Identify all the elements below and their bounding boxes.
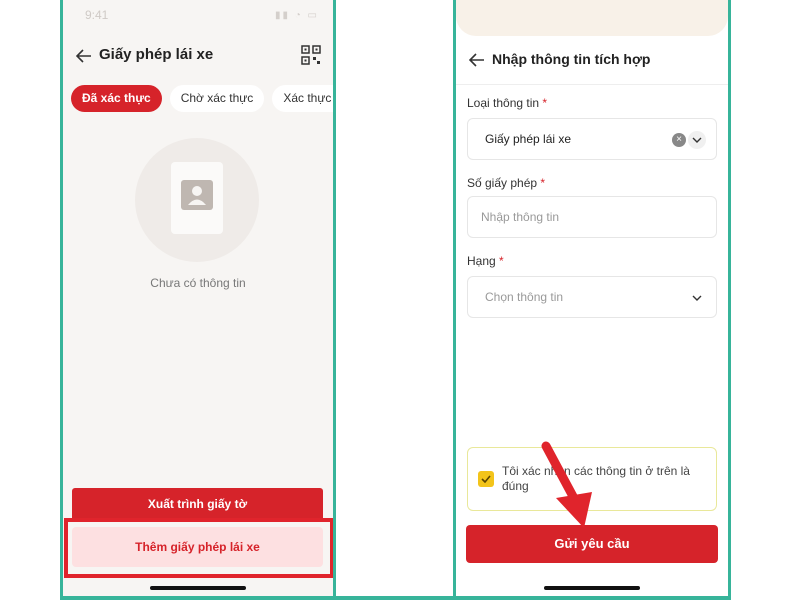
header-divider	[456, 84, 728, 85]
form-title: Nhập thông tin tích hợp	[492, 51, 651, 67]
user-document-icon	[181, 180, 213, 210]
info-type-label-text: Loại thông tin	[467, 96, 540, 110]
license-number-label-text: Số giấy phép	[467, 176, 538, 190]
license-class-label: Hạng *	[467, 254, 504, 268]
home-indicator	[150, 586, 246, 590]
required-mark: *	[542, 96, 548, 110]
check-icon	[481, 475, 491, 483]
status-tabs: Đã xác thực Chờ xác thực Xác thực khô	[71, 85, 333, 112]
tab-unverified[interactable]: Xác thực khô	[272, 85, 333, 112]
back-arrow-icon[interactable]	[466, 49, 488, 71]
left-screen: 9:41 ▮▮ ◔ ▭ Giấy phép lái xe Đã xác thực…	[63, 0, 333, 596]
confirm-text: Tôi xác nhận các thông tin ở trên là đún…	[502, 464, 690, 493]
page-title: Giấy phép lái xe	[99, 46, 214, 63]
pointer-arrow-icon	[541, 441, 592, 528]
home-indicator	[544, 586, 640, 590]
tab-pending[interactable]: Chờ xác thực	[169, 85, 265, 112]
status-time: 9:41	[85, 8, 109, 22]
qr-code-icon[interactable]	[301, 45, 321, 65]
add-license-button[interactable]: Thêm giấy phép lái xe	[72, 527, 323, 567]
back-arrow-icon[interactable]	[73, 45, 95, 67]
license-class-label-text: Hạng	[467, 254, 496, 268]
license-class-select[interactable]: Chọn thông tin	[467, 276, 717, 318]
chevron-down-icon[interactable]	[688, 131, 706, 149]
required-mark: *	[540, 176, 546, 190]
submit-request-button[interactable]: Gửi yêu cầu	[466, 525, 718, 563]
license-number-label: Số giấy phép *	[467, 176, 545, 190]
export-document-button[interactable]: Xuất trình giấy tờ	[72, 488, 323, 521]
info-type-label: Loại thông tin *	[467, 96, 547, 110]
divider-gap	[333, 0, 456, 596]
info-type-value: Giấy phép lái xe	[485, 132, 572, 146]
empty-state-text: Chưa có thông tin	[150, 276, 246, 290]
status-icons: ▮▮ ◔ ▭	[274, 10, 319, 21]
decorative-header-pattern	[456, 0, 728, 36]
clear-icon[interactable]: ×	[672, 133, 686, 147]
chevron-down-icon[interactable]	[688, 289, 706, 307]
info-type-select[interactable]: Giấy phép lái xe ×	[467, 118, 717, 160]
status-bar: 9:41 ▮▮ ◔ ▭	[63, 0, 333, 32]
required-mark: *	[499, 254, 504, 268]
license-number-input[interactable]: Nhập thông tin	[467, 196, 717, 238]
left-header: Giấy phép lái xe	[63, 36, 333, 76]
license-class-placeholder: Chọn thông tin	[485, 290, 564, 304]
license-number-placeholder: Nhập thông tin	[481, 210, 560, 224]
tab-verified[interactable]: Đã xác thực	[71, 85, 162, 112]
confirm-checkbox[interactable]	[478, 471, 494, 487]
